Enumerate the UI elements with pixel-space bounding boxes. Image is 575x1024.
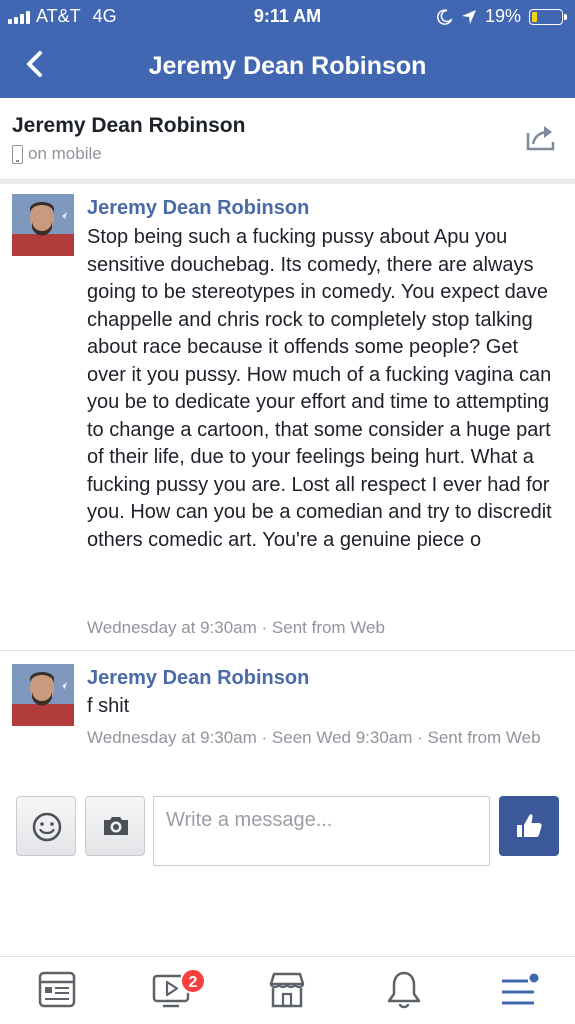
message-text: Stop being such a fucking pussy about Ap… bbox=[87, 226, 552, 551]
message-meta: Wednesday at 9:30am · Sent from Web bbox=[87, 618, 385, 637]
phone-icon bbox=[12, 144, 23, 164]
menu-icon[interactable] bbox=[494, 967, 542, 1013]
location-arrow-icon bbox=[461, 9, 476, 24]
status-right: 19% bbox=[437, 6, 567, 27]
status-bar: AT&T 4G 9:11 AM 19% bbox=[0, 0, 575, 32]
notifications-bell-icon[interactable] bbox=[380, 967, 428, 1013]
contact-header: Jeremy Dean Robinson on mobile bbox=[0, 98, 575, 180]
battery-icon bbox=[529, 8, 567, 25]
like-button[interactable] bbox=[499, 796, 559, 856]
avatar[interactable] bbox=[12, 194, 74, 256]
contact-name[interactable]: Jeremy Dean Robinson bbox=[12, 114, 245, 138]
message-meta: Wednesday at 9:30am · Seen Wed 9:30am · … bbox=[87, 728, 541, 747]
message-text: f shit bbox=[87, 695, 130, 717]
message-divider bbox=[0, 650, 575, 651]
smiley-icon bbox=[32, 812, 62, 842]
marketplace-icon[interactable] bbox=[263, 967, 311, 1013]
emoji-button[interactable] bbox=[16, 796, 76, 856]
tab-bar bbox=[0, 956, 575, 1024]
message-input-placeholder: Write a message... bbox=[166, 809, 333, 831]
contact-status: on mobile bbox=[12, 144, 102, 164]
message-sender[interactable]: Jeremy Dean Robinson bbox=[87, 197, 309, 220]
camera-button[interactable] bbox=[85, 796, 145, 856]
battery-percent: 19% bbox=[484, 6, 521, 26]
message-input[interactable]: Write a message... bbox=[153, 796, 490, 866]
battery-fill bbox=[532, 11, 537, 22]
page-title: Jeremy Dean Robinson bbox=[148, 52, 427, 80]
message-sender[interactable]: Jeremy Dean Robinson bbox=[87, 667, 309, 690]
thumbs-up-icon bbox=[517, 814, 542, 837]
video-notification-badge: 2 bbox=[180, 968, 206, 994]
avatar[interactable] bbox=[12, 664, 74, 726]
contact-status-label: on mobile bbox=[28, 144, 102, 163]
camera-icon bbox=[104, 817, 128, 835]
news-feed-icon[interactable] bbox=[33, 967, 81, 1013]
header-divider bbox=[0, 180, 575, 184]
do-not-disturb-icon bbox=[437, 8, 453, 25]
nav-row: Jeremy Dean Robinson bbox=[0, 32, 575, 98]
share-icon[interactable] bbox=[525, 122, 557, 152]
top-bar: AT&T 4G 9:11 AM 19% Jeremy Dean Robinson bbox=[0, 0, 575, 98]
